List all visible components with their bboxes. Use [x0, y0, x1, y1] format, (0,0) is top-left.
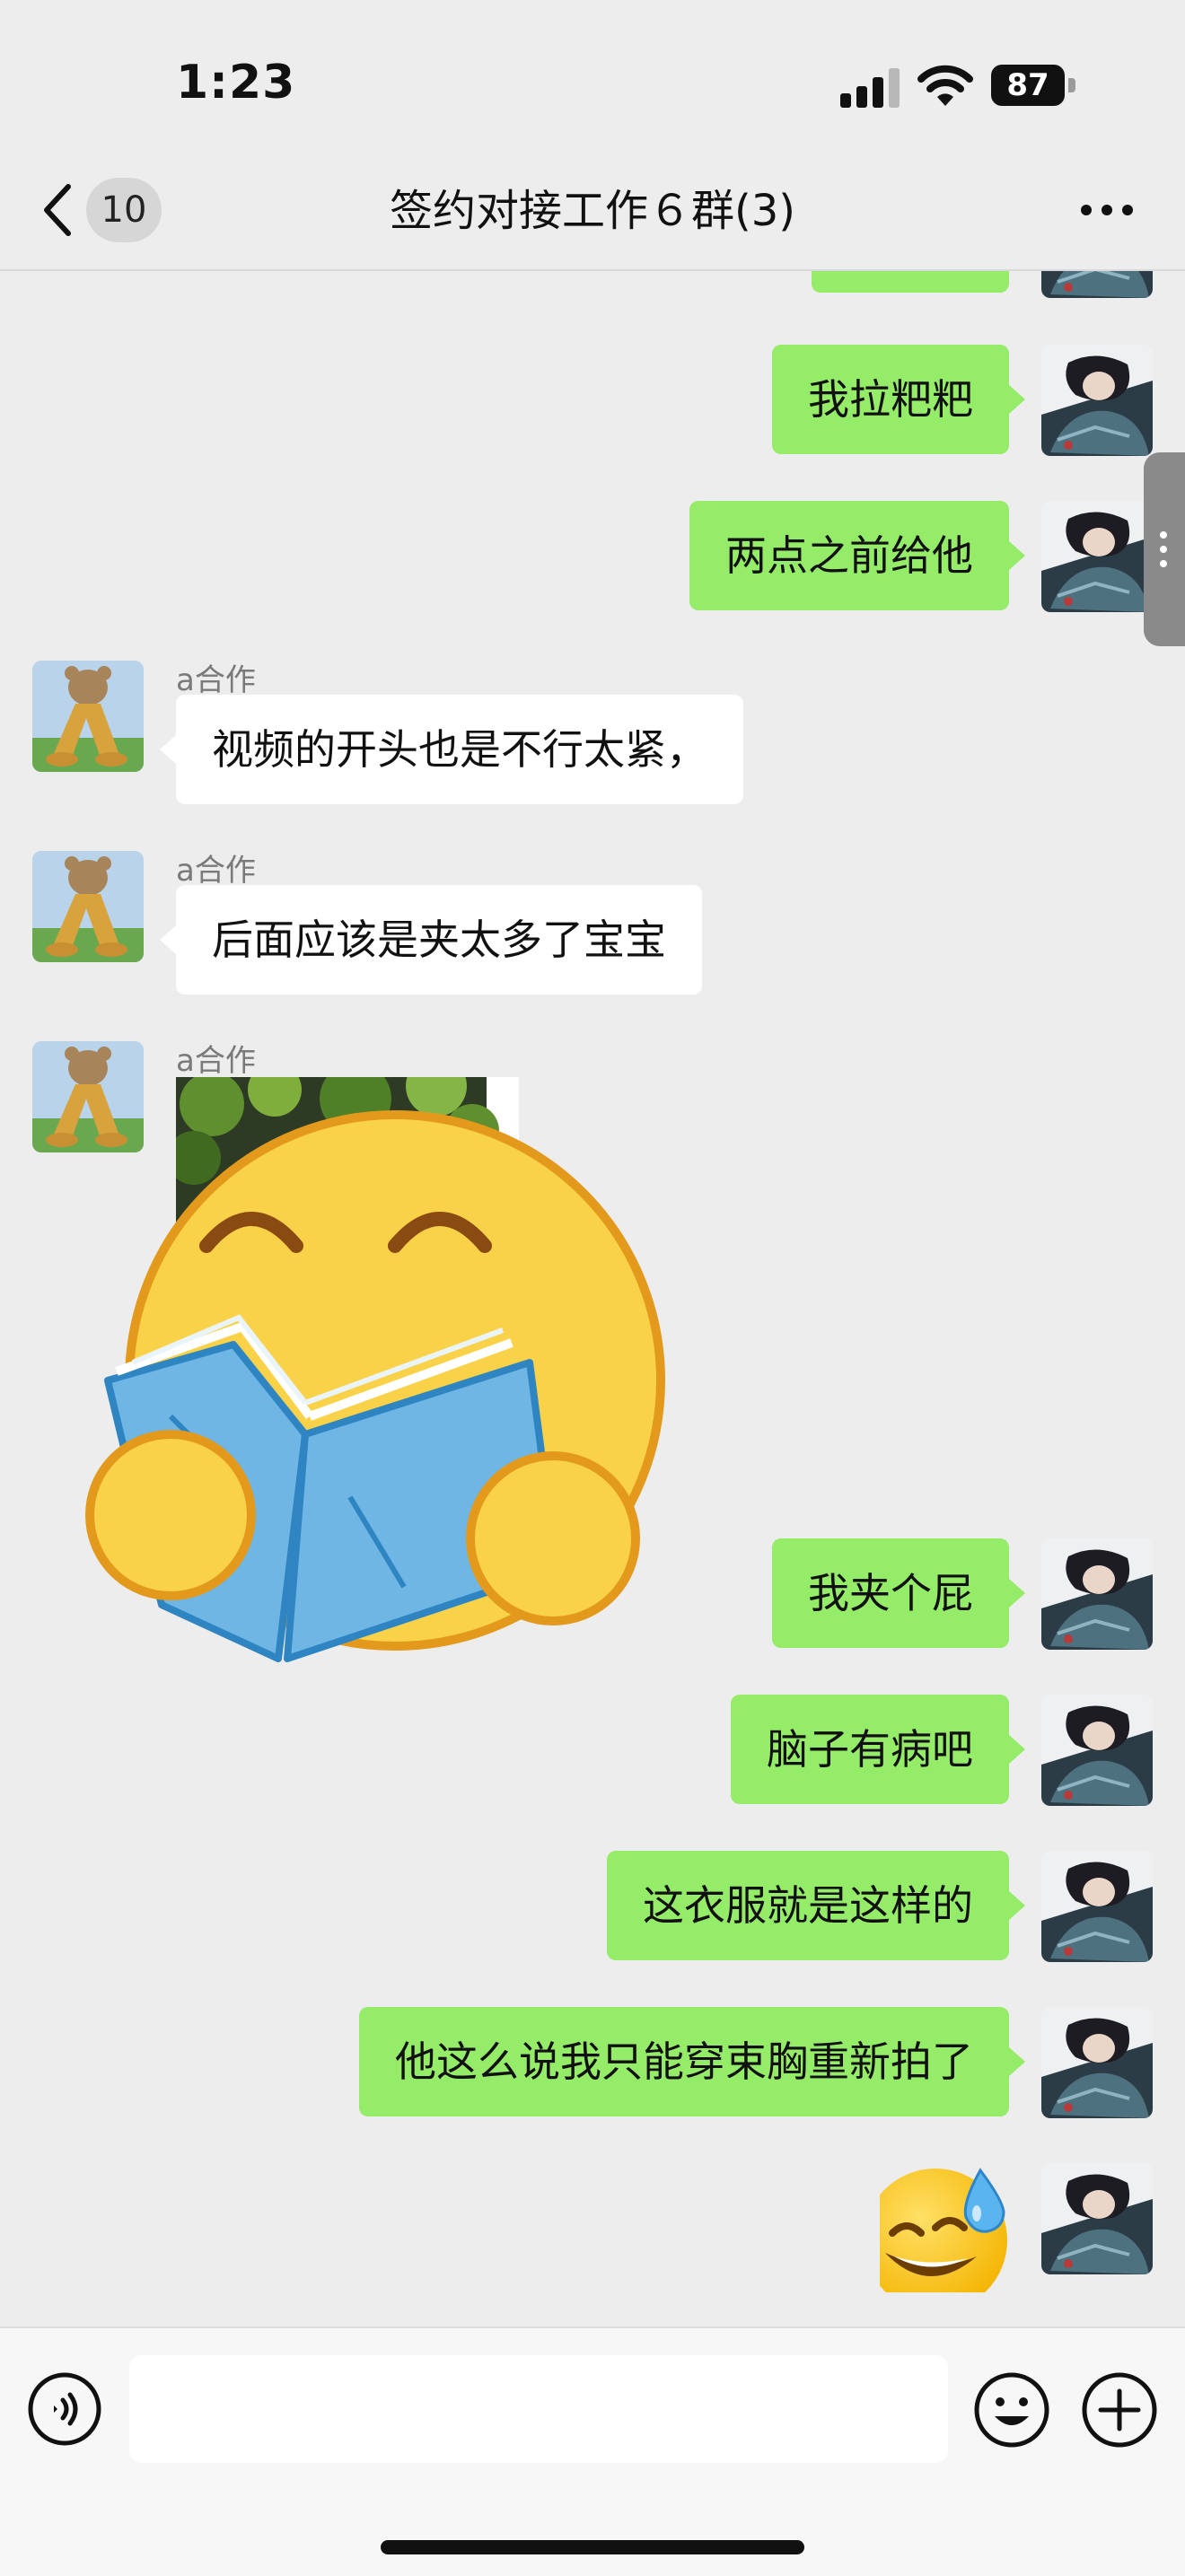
message-outgoing: 脑子有病吧: [0, 1695, 1185, 1811]
chat-header: 10 签约对接工作６群(3): [0, 153, 1185, 271]
handle-dot: [1160, 546, 1167, 553]
plus-icon[interactable]: [1081, 2371, 1158, 2449]
message-outgoing: 我拉粑粑: [0, 345, 1185, 461]
wifi-icon: [917, 65, 973, 106]
message-bubble[interactable]: 这衣服就是这样的: [607, 1851, 1009, 1960]
chat-title: 签约对接工作６群(3): [390, 186, 795, 236]
avatar[interactable]: [1041, 1538, 1153, 1650]
message-outgoing-partial: [0, 269, 1185, 302]
bubble-tail: [160, 735, 176, 764]
message-incoming: a合作 后面应该是夹太多了宝宝: [0, 846, 1185, 998]
unread-count-badge[interactable]: 10: [86, 178, 162, 242]
message-outgoing: 这衣服就是这样的: [0, 1851, 1185, 1967]
message-incoming: a合作 视频的开头也是不行太紧，: [0, 655, 1185, 808]
avatar[interactable]: [1041, 269, 1153, 298]
status-time: 1:23: [176, 56, 296, 110]
sender-name: a合作: [176, 853, 256, 889]
chevron-left-icon[interactable]: [40, 181, 75, 239]
reading-emoji-sticker: [85, 1110, 665, 1662]
side-drawer-handle[interactable]: [1144, 452, 1185, 646]
battery-indicator: 87: [991, 65, 1077, 106]
message-bubble[interactable]: 我拉粑粑: [772, 345, 1009, 454]
bubble-tail: [1009, 385, 1025, 414]
battery-nub: [1068, 78, 1075, 92]
message-bubble[interactable]: 脑子有病吧: [731, 1695, 1009, 1804]
ellipsis-icon[interactable]: [1077, 190, 1137, 230]
home-indicator: [381, 2540, 804, 2554]
message-bubble[interactable]: 我夹个屁: [772, 1538, 1009, 1648]
avatar[interactable]: [32, 851, 144, 962]
bubble-tail: [1009, 1579, 1025, 1608]
input-bar: [0, 2326, 1185, 2576]
signal-icon: [840, 68, 900, 108]
avatar[interactable]: [1041, 1851, 1153, 1962]
message-input[interactable]: [129, 2355, 948, 2463]
bubble-tail: [1009, 541, 1025, 570]
sender-name: a合作: [176, 662, 256, 698]
message-bubble[interactable]: 后面应该是夹太多了宝宝: [176, 885, 702, 994]
message-outgoing: 他这么说我只能穿束胸重新拍了: [0, 2007, 1185, 2124]
battery-level: 87: [991, 65, 1065, 106]
avatar[interactable]: [1041, 501, 1153, 612]
bubble-tail: [160, 925, 176, 954]
bubble-tail: [1009, 1891, 1025, 1920]
avatar[interactable]: [1041, 345, 1153, 456]
avatar[interactable]: [32, 661, 144, 772]
message-bubble[interactable]: [812, 269, 1009, 293]
sweat-smile-emoji-sticker[interactable]: [880, 2163, 1009, 2292]
avatar[interactable]: [1041, 2007, 1153, 2118]
message-outgoing-sticker: [0, 2163, 1185, 2298]
status-bar: 1:23 87: [0, 0, 1185, 153]
message-bubble[interactable]: 视频的开头也是不行太紧，: [176, 695, 743, 804]
handle-dot: [1160, 560, 1167, 567]
bubble-tail: [1009, 2047, 1025, 2076]
message-bubble[interactable]: 两点之前给他: [689, 501, 1009, 610]
avatar[interactable]: [1041, 2163, 1153, 2274]
bubble-tail: [1009, 1735, 1025, 1764]
smile-icon[interactable]: [973, 2371, 1050, 2449]
handle-dot: [1160, 531, 1167, 539]
message-bubble[interactable]: 他这么说我只能穿束胸重新拍了: [359, 2007, 1009, 2116]
message-outgoing: 两点之前给他: [0, 501, 1185, 618]
sender-name: a合作: [176, 1043, 256, 1079]
voice-icon[interactable]: [27, 2371, 102, 2447]
avatar[interactable]: [1041, 1695, 1153, 1806]
